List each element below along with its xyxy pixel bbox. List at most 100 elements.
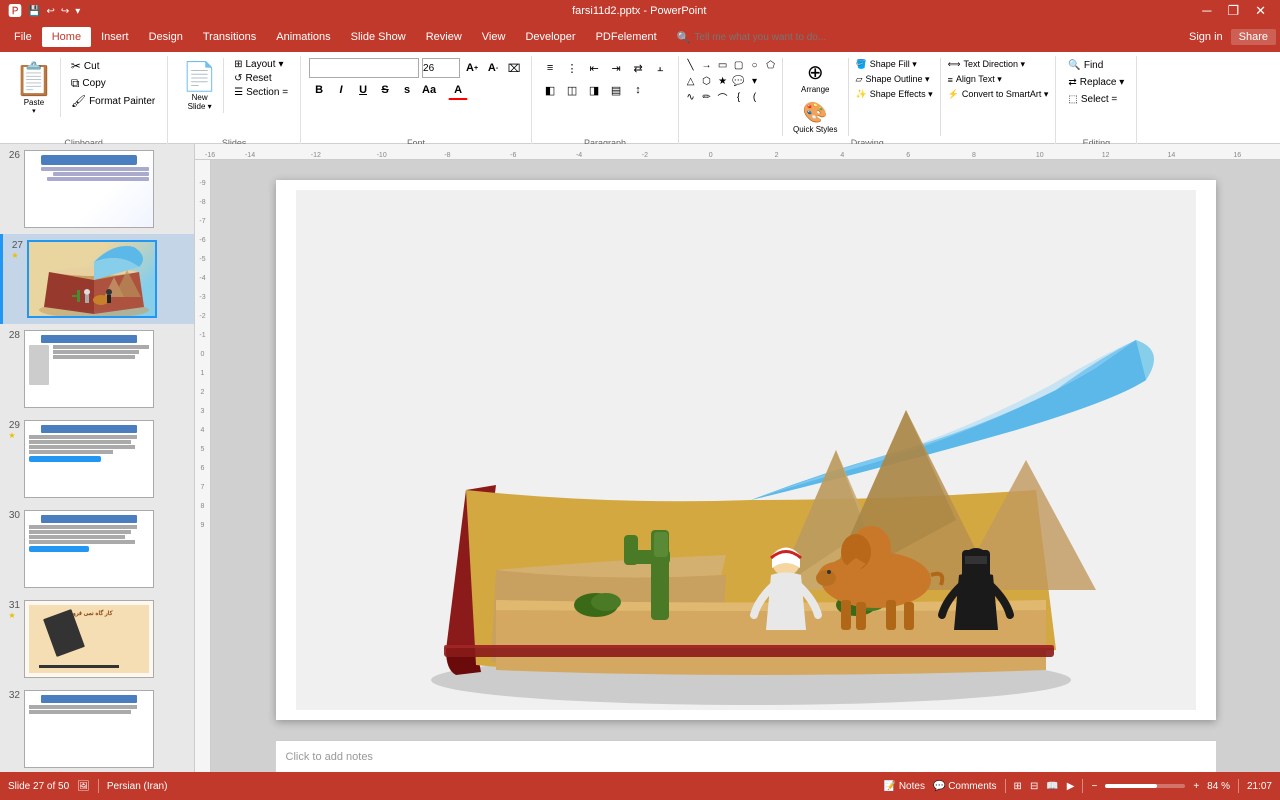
rtl-button[interactable]: ⇄ xyxy=(628,58,648,78)
replace-button[interactable]: ⇄ Replace ▾ xyxy=(1064,75,1128,90)
signin-button[interactable]: Sign in xyxy=(1189,31,1223,43)
bullet-list-button[interactable]: ≡ xyxy=(540,58,560,78)
reset-button[interactable]: ↺ Reset xyxy=(230,72,292,85)
shape-callout-icon[interactable]: 💬 xyxy=(731,74,746,89)
font-increase-button[interactable]: A+ xyxy=(463,59,481,77)
slide-panel[interactable]: 26 27 ★ xyxy=(0,144,195,772)
align-center-button[interactable]: ◫ xyxy=(562,80,582,100)
paste-dropdown[interactable]: ▾ xyxy=(32,107,36,115)
shape-oval-icon[interactable]: ○ xyxy=(747,58,762,73)
paste-button[interactable]: 📋 Paste ▾ xyxy=(8,58,61,117)
menu-insert[interactable]: Insert xyxy=(91,27,139,47)
align-right-button[interactable]: ◨ xyxy=(584,80,604,100)
line-spacing-button[interactable]: ↕ xyxy=(628,80,648,100)
slide-thumb-32[interactable]: 32 xyxy=(0,684,194,772)
strikethrough-button[interactable]: S xyxy=(375,80,395,100)
slide-thumb-29[interactable]: 29 ★ xyxy=(0,414,194,504)
layout-button[interactable]: ⊞ Layout ▾ xyxy=(230,58,292,71)
text-direction-button[interactable]: ⟺ Text Direction ▾ xyxy=(945,58,1052,71)
underline-button[interactable]: U xyxy=(353,80,373,100)
align-left-button[interactable]: ◧ xyxy=(540,80,560,100)
shadow-button[interactable]: s xyxy=(397,80,417,100)
view-normal-icon[interactable]: ⊞ xyxy=(1014,781,1022,792)
save-icon[interactable]: 💾 xyxy=(26,5,42,18)
restore-button[interactable]: ❐ xyxy=(1221,3,1245,19)
redo-icon[interactable]: ↪ xyxy=(59,5,71,18)
search-input[interactable] xyxy=(694,32,894,43)
new-slide-button[interactable]: 📄 New Slide ▾ xyxy=(176,58,224,113)
shape-arc-icon[interactable]: ⌒ xyxy=(715,90,730,105)
zoom-in-icon[interactable]: + xyxy=(1193,781,1199,792)
shape-rect-icon[interactable]: ▭ xyxy=(715,58,730,73)
convert-smartart-button[interactable]: ⚡ Convert to SmartArt ▾ xyxy=(945,88,1052,101)
slide-thumb-28[interactable]: 28 xyxy=(0,324,194,414)
arrange-button[interactable]: ⊕ Arrange xyxy=(787,58,843,96)
copy-button[interactable]: ⧉ Copy xyxy=(67,75,159,92)
share-button[interactable]: Share xyxy=(1231,29,1276,45)
slide-thumb-31[interactable]: 31 ★ کار گاه نمی فروش xyxy=(0,594,194,684)
slide-thumb-26[interactable]: 26 xyxy=(0,144,194,234)
menu-view[interactable]: View xyxy=(472,27,516,47)
menu-developer[interactable]: Developer xyxy=(515,27,585,47)
shape-triangle-icon[interactable]: △ xyxy=(683,74,698,89)
shape-arrow-icon[interactable]: → xyxy=(699,58,714,73)
comments-button[interactable]: 💬 Comments xyxy=(933,781,997,792)
shape-outline-button[interactable]: ▱ Shape Outline ▾ xyxy=(853,73,936,86)
view-slide-sorter-icon[interactable]: ⊟ xyxy=(1030,781,1038,792)
minimize-button[interactable]: ─ xyxy=(1196,3,1217,19)
shape-effects-button[interactable]: ✨ Shape Effects ▾ xyxy=(853,88,936,101)
find-button[interactable]: 🔍 Find xyxy=(1064,58,1128,73)
slide-thumb-30[interactable]: 30 xyxy=(0,504,194,594)
view-presenter-icon[interactable]: ▶ xyxy=(1067,781,1075,792)
quick-styles-button[interactable]: 🎨 Quick Styles xyxy=(787,98,843,136)
font-size-input[interactable] xyxy=(422,58,460,78)
shape-chevron-icon[interactable]: ⬠ xyxy=(763,58,778,73)
cut-button[interactable]: ✂ Cut xyxy=(67,58,159,74)
font-decrease-button[interactable]: A- xyxy=(484,59,502,77)
slide-canvas[interactable] xyxy=(276,180,1216,720)
italic-button[interactable]: I xyxy=(331,80,351,100)
shape-star-icon[interactable]: ★ xyxy=(715,74,730,89)
shape-brace-icon[interactable]: { xyxy=(731,90,746,105)
select-button[interactable]: ⬚ Select = xyxy=(1064,92,1128,107)
shape-curve-icon[interactable]: ∿ xyxy=(683,90,698,105)
bold-button[interactable]: B xyxy=(309,80,329,100)
shape-freeform-icon[interactable]: ✏ xyxy=(699,90,714,105)
menu-review[interactable]: Review xyxy=(416,27,472,47)
notes-area[interactable]: Click to add notes xyxy=(276,740,1216,772)
section-button[interactable]: ☰ Section = xyxy=(230,86,292,99)
decrease-indent-button[interactable]: ⇤ xyxy=(584,58,604,78)
quick-access-more-icon[interactable]: ▾ xyxy=(73,5,82,18)
shape-bracket-icon[interactable]: ( xyxy=(747,90,762,105)
notes-button[interactable]: 📝 Notes xyxy=(884,781,925,792)
menu-design[interactable]: Design xyxy=(139,27,193,47)
shape-more-icon[interactable]: ▾ xyxy=(747,74,762,89)
menu-animations[interactable]: Animations xyxy=(266,27,340,47)
shape-pentagon-icon[interactable]: ⬡ xyxy=(699,74,714,89)
clear-formatting-button[interactable]: ⌧ xyxy=(505,59,523,77)
shape-line-icon[interactable]: ╲ xyxy=(683,58,698,73)
align-text-button[interactable]: ≡ Align Text ▾ xyxy=(945,73,1052,86)
font-color-button[interactable]: A xyxy=(448,80,468,100)
menu-file[interactable]: File xyxy=(4,27,42,47)
numbered-list-button[interactable]: ⋮ xyxy=(562,58,582,78)
increase-indent-button[interactable]: ⇥ xyxy=(606,58,626,78)
columns-button[interactable]: ⫠ xyxy=(650,58,670,78)
zoom-out-icon[interactable]: − xyxy=(1091,781,1097,792)
zoom-slider[interactable] xyxy=(1105,784,1185,788)
slide-thumb-27[interactable]: 27 ★ xyxy=(0,234,194,324)
undo-icon[interactable]: ↩ xyxy=(44,5,56,18)
shape-rounded-rect-icon[interactable]: ▢ xyxy=(731,58,746,73)
menu-slideshow[interactable]: Slide Show xyxy=(341,27,416,47)
font-name-input[interactable] xyxy=(309,58,419,78)
menu-transitions[interactable]: Transitions xyxy=(193,27,266,47)
format-painter-button[interactable]: 🖌 Format Painter xyxy=(67,93,159,109)
view-reading-icon[interactable]: 📖 xyxy=(1046,781,1058,792)
close-button[interactable]: ✕ xyxy=(1249,3,1272,19)
menu-pdfelement[interactable]: PDFelement xyxy=(586,27,667,47)
menu-home[interactable]: Home xyxy=(42,27,91,47)
justify-button[interactable]: ▤ xyxy=(606,80,626,100)
case-button[interactable]: Aa xyxy=(419,80,439,100)
shape-fill-button[interactable]: 🪣 Shape Fill ▾ xyxy=(853,58,936,71)
slide-viewport[interactable]: Click to add notes xyxy=(211,160,1280,772)
